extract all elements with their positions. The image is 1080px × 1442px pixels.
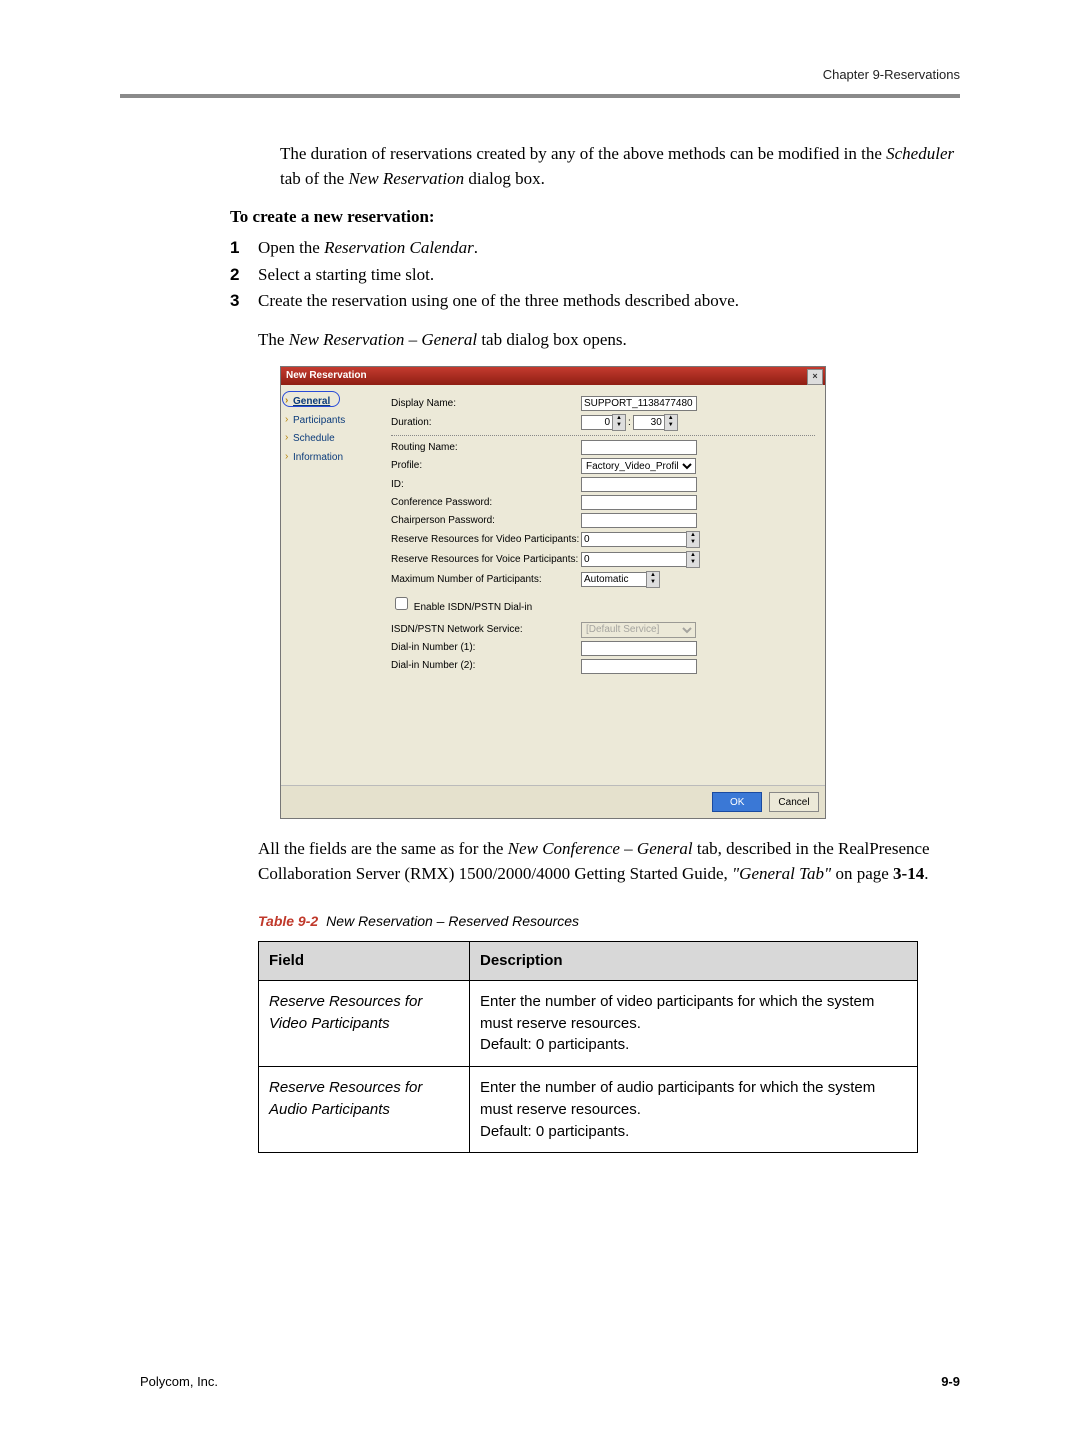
table-caption-label: Table 9-2 bbox=[258, 913, 318, 929]
select-profile[interactable]: Factory_Video_Profile bbox=[581, 458, 696, 474]
intro-italic-1: Scheduler bbox=[886, 144, 954, 163]
footer-page: 9-9 bbox=[941, 1373, 960, 1392]
chapter-header: Chapter 9-Reservations bbox=[823, 66, 960, 85]
label-res-video: Reserve Resources for Video Participants… bbox=[391, 533, 581, 548]
dialog-button-row: OK Cancel bbox=[281, 785, 825, 818]
label-conf-pwd: Conference Password: bbox=[391, 496, 581, 511]
input-conf-pwd[interactable] bbox=[581, 495, 697, 510]
input-max-part[interactable] bbox=[581, 572, 647, 587]
intro-text: The duration of reservations created by … bbox=[280, 144, 886, 163]
nav-schedule[interactable]: Schedule bbox=[285, 430, 377, 449]
intro-text-3: dialog box. bbox=[464, 169, 545, 188]
checkbox-enable-isdn[interactable]: Enable ISDN/PSTN Dial-in bbox=[391, 594, 815, 616]
cell-desc: Enter the number of video participants f… bbox=[470, 980, 918, 1066]
intro-paragraph: The duration of reservations created by … bbox=[280, 142, 960, 191]
spinner-icon[interactable]: ▲▼ bbox=[686, 551, 700, 568]
label-id: ID: bbox=[391, 478, 581, 493]
nav-participants[interactable]: Participants bbox=[285, 412, 377, 431]
dialog-title: New Reservation bbox=[286, 370, 367, 381]
cell-field: Reserve Resources for Video Participants bbox=[259, 980, 470, 1066]
close-icon[interactable]: × bbox=[807, 369, 823, 385]
step-3: 3 Create the reservation using one of th… bbox=[230, 289, 960, 314]
intro-italic-2: New Reservation bbox=[348, 169, 464, 188]
step-2: 2 Select a starting time slot. bbox=[230, 263, 960, 288]
dialog-nav: General Participants Schedule Informatio… bbox=[281, 385, 381, 785]
input-chair-pwd[interactable] bbox=[581, 513, 697, 528]
input-id[interactable] bbox=[581, 477, 697, 492]
label-duration: Duration: bbox=[391, 416, 581, 431]
input-res-video[interactable] bbox=[581, 532, 687, 547]
after-paragraph: All the fields are the same as for the N… bbox=[258, 837, 960, 886]
label-res-voice: Reserve Resources for Voice Participants… bbox=[391, 553, 581, 568]
label-isdn-svc: ISDN/PSTN Network Service: bbox=[391, 623, 581, 638]
procedure-title: To create a new reservation: bbox=[230, 205, 960, 230]
input-dial2[interactable] bbox=[581, 659, 697, 674]
label-dial1: Dial-in Number (1): bbox=[391, 641, 581, 656]
table-caption-title: New Reservation – Reserved Resources bbox=[326, 913, 579, 929]
spinner-icon[interactable]: ▲▼ bbox=[612, 414, 626, 431]
step-num: 2 bbox=[230, 263, 258, 288]
dialog-open-line: The New Reservation – General tab dialog… bbox=[258, 328, 960, 353]
table-row: Reserve Resources for Video Participants… bbox=[259, 980, 918, 1066]
new-reservation-dialog: New Reservation × General Participants S… bbox=[280, 366, 826, 819]
cell-field: Reserve Resources for Audio Participants bbox=[259, 1067, 470, 1153]
cancel-button[interactable]: Cancel bbox=[769, 792, 819, 812]
table-row: Reserve Resources for Audio Participants… bbox=[259, 1067, 918, 1153]
nav-general[interactable]: General bbox=[285, 393, 377, 412]
ok-button[interactable]: OK bbox=[712, 792, 762, 812]
dialog-titlebar[interactable]: New Reservation × bbox=[281, 367, 825, 385]
input-dial1[interactable] bbox=[581, 641, 697, 656]
table-caption: Table 9-2 New Reservation – Reserved Reso… bbox=[258, 911, 960, 931]
nav-information[interactable]: Information bbox=[285, 449, 377, 468]
select-isdn-svc: [Default Service] bbox=[581, 622, 696, 638]
step-num: 3 bbox=[230, 289, 258, 314]
step-1: 1 Open the Reservation Calendar. bbox=[230, 236, 960, 261]
spinner-icon[interactable]: ▲▼ bbox=[646, 571, 660, 588]
label-profile: Profile: bbox=[391, 459, 581, 474]
input-res-voice[interactable] bbox=[581, 552, 687, 567]
spinner-icon[interactable]: ▲▼ bbox=[686, 531, 700, 548]
resources-table: Field Description Reserve Resources for … bbox=[258, 941, 918, 1153]
th-desc: Description bbox=[470, 942, 918, 981]
label-routing-name: Routing Name: bbox=[391, 441, 581, 456]
header-rule bbox=[120, 94, 960, 98]
input-routing-name[interactable] bbox=[581, 440, 697, 455]
input-duration-m[interactable] bbox=[633, 415, 665, 430]
intro-text-2: tab of the bbox=[280, 169, 348, 188]
input-duration-h[interactable] bbox=[581, 415, 613, 430]
input-display-name[interactable] bbox=[581, 396, 697, 411]
checkbox-input[interactable] bbox=[395, 597, 408, 610]
th-field: Field bbox=[259, 942, 470, 981]
page-footer: Polycom, Inc. 9-9 bbox=[140, 1373, 960, 1392]
label-dial2: Dial-in Number (2): bbox=[391, 659, 581, 674]
step-num: 1 bbox=[230, 236, 258, 261]
separator bbox=[391, 435, 815, 436]
cell-desc: Enter the number of audio participants f… bbox=[470, 1067, 918, 1153]
footer-company: Polycom, Inc. bbox=[140, 1373, 218, 1392]
label-chair-pwd: Chairperson Password: bbox=[391, 514, 581, 529]
dialog-form: Display Name: Duration: ▲▼ : ▲▼ Routing … bbox=[381, 385, 825, 785]
label-max-part: Maximum Number of Participants: bbox=[391, 573, 581, 588]
spinner-icon[interactable]: ▲▼ bbox=[664, 414, 678, 431]
label-display-name: Display Name: bbox=[391, 397, 581, 412]
cross-ref[interactable]: 3-14 bbox=[893, 864, 924, 883]
